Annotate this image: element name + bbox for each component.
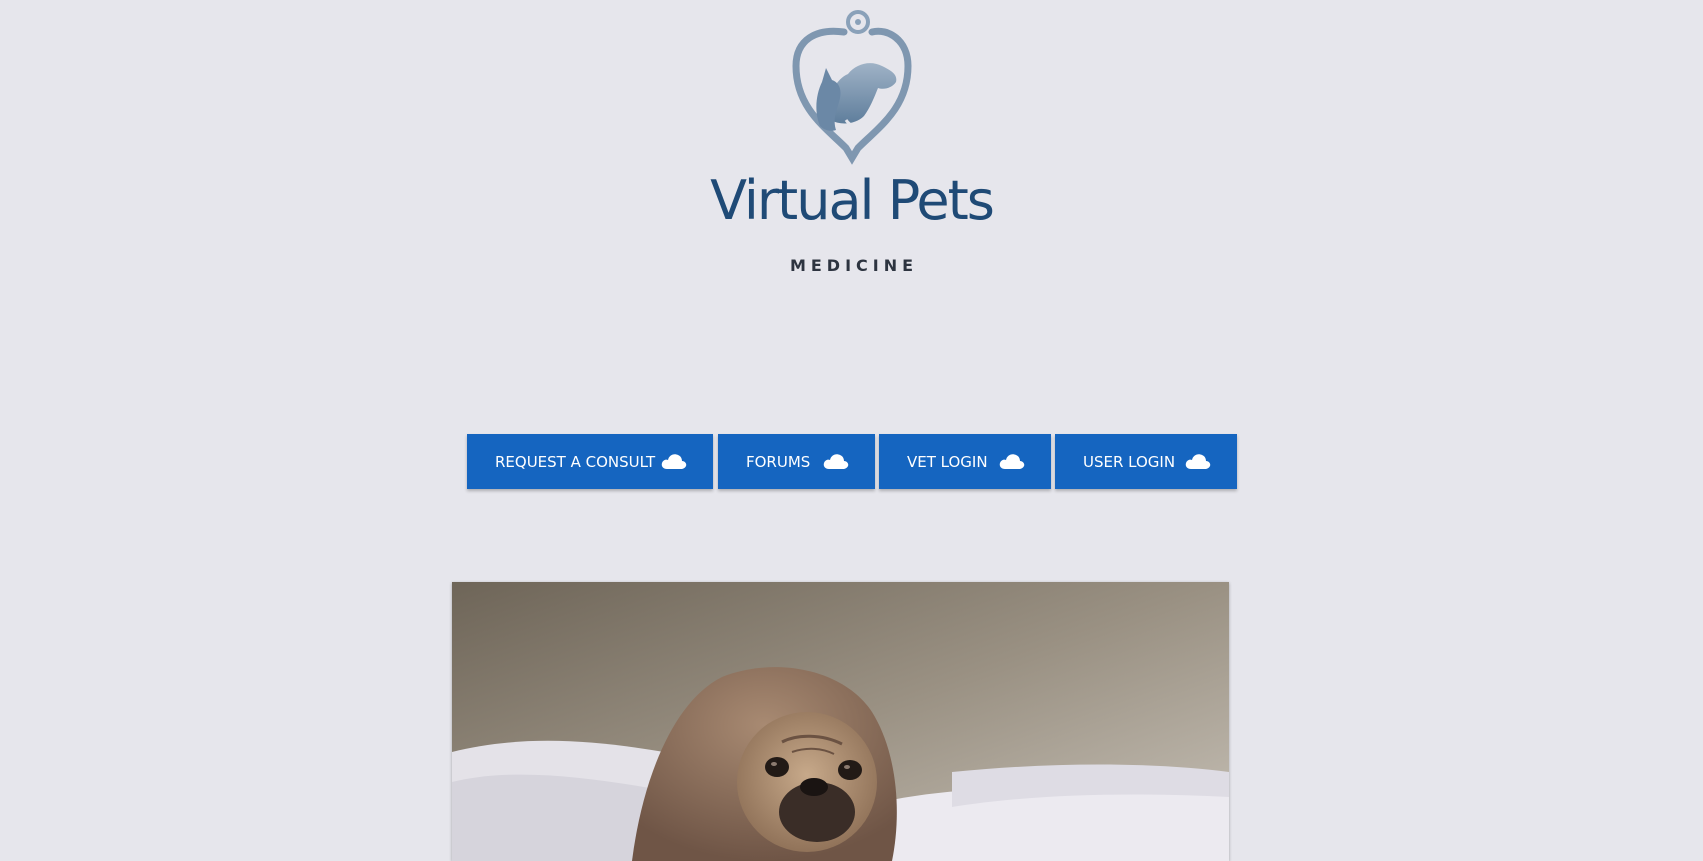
cloud-icon bbox=[999, 454, 1025, 469]
request-consult-button[interactable]: REQUEST A CONSULT bbox=[467, 434, 713, 489]
cloud-icon bbox=[1185, 454, 1211, 469]
user-login-button[interactable]: USER LOGIN bbox=[1055, 434, 1237, 489]
cloud-icon bbox=[823, 454, 849, 469]
user-login-label: USER LOGIN bbox=[1083, 452, 1176, 471]
forums-button[interactable]: FORUMS bbox=[718, 434, 875, 489]
hero-pug-photo bbox=[452, 582, 1229, 861]
page: Virtual Pets MEDICINE REQUEST A CONSULT … bbox=[0, 0, 1703, 861]
logo: Virtual Pets MEDICINE bbox=[0, 0, 1703, 300]
brand-name: Virtual Pets bbox=[710, 169, 995, 232]
stethoscope-pet-logo-icon bbox=[792, 10, 912, 165]
vet-login-label: VET LOGIN bbox=[907, 452, 988, 471]
brand-subtitle: MEDICINE bbox=[789, 256, 919, 275]
forums-label: FORUMS bbox=[746, 452, 811, 471]
request-consult-label: REQUEST A CONSULT bbox=[495, 452, 656, 471]
cloud-icon bbox=[661, 454, 687, 469]
vet-login-button[interactable]: VET LOGIN bbox=[879, 434, 1051, 489]
pug-image bbox=[452, 582, 1229, 861]
